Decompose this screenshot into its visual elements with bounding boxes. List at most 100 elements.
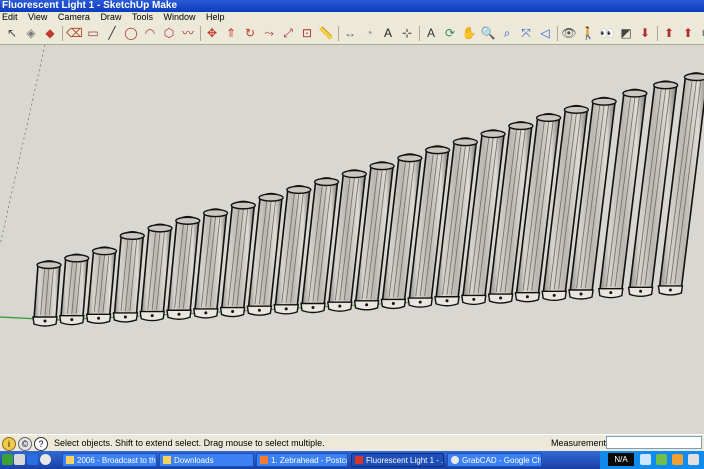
menu-draw[interactable]: Draw bbox=[100, 12, 121, 23]
chrome-icon[interactable] bbox=[40, 454, 51, 465]
lamp-connector bbox=[525, 295, 529, 299]
rectangle-icon[interactable]: ▭ bbox=[85, 25, 101, 41]
toolbar-separator bbox=[657, 26, 658, 41]
lamp-top-cap bbox=[313, 177, 340, 187]
taskbar-label: Fluorescent Light 1 - ... bbox=[366, 456, 444, 465]
paint-bucket-icon[interactable]: ◆ bbox=[42, 25, 58, 41]
get-models-icon[interactable]: ⬇ bbox=[637, 25, 653, 41]
media-player-icon bbox=[260, 456, 268, 464]
taskbar-item-downloads[interactable]: Downloads bbox=[159, 453, 254, 467]
lamp-top-cap bbox=[452, 137, 479, 147]
zoom-icon[interactable]: 🔍 bbox=[480, 25, 496, 41]
orbit-icon[interactable]: ⟳ bbox=[442, 25, 458, 41]
position-camera-icon[interactable]: 👁 bbox=[561, 25, 577, 41]
tape-measure-icon[interactable]: 📏 bbox=[318, 25, 334, 41]
push-pull-icon[interactable]: ⇑ bbox=[223, 25, 239, 41]
pan-icon[interactable]: ✋ bbox=[461, 25, 477, 41]
lamp-connector bbox=[639, 289, 643, 293]
taskbar-item-music[interactable]: 1. Zebrahead - Postcard... bbox=[256, 453, 348, 467]
fluorescent-lamp[interactable] bbox=[58, 253, 90, 326]
lamp-top-cap bbox=[508, 121, 534, 131]
menu-tools[interactable]: Tools bbox=[132, 12, 153, 23]
lamp-connector bbox=[668, 288, 672, 292]
circle-icon[interactable]: ◯ bbox=[123, 25, 139, 41]
lamp-top-cap bbox=[424, 145, 451, 155]
lamp-connector bbox=[70, 318, 74, 322]
zoom-window-icon[interactable]: ⌕ bbox=[499, 25, 515, 41]
credits-icon[interactable]: © bbox=[18, 437, 32, 451]
fluorescent-lamp[interactable] bbox=[139, 223, 173, 322]
menu-edit[interactable]: Edit bbox=[2, 12, 18, 23]
extension-warehouse-icon[interactable]: ⬢ bbox=[699, 25, 704, 41]
menu-camera[interactable]: Camera bbox=[58, 12, 90, 23]
model-viewport[interactable] bbox=[0, 45, 704, 434]
volume-icon[interactable] bbox=[672, 454, 683, 465]
lamp-top-cap bbox=[64, 254, 90, 263]
select-icon[interactable]: ↖ bbox=[4, 25, 20, 41]
fluorescent-lamp[interactable] bbox=[32, 260, 62, 327]
menu-window[interactable]: Window bbox=[164, 12, 196, 23]
help-icon[interactable]: ? bbox=[34, 437, 48, 451]
tray-language[interactable]: N/A bbox=[608, 453, 634, 466]
lamp-connector bbox=[609, 291, 613, 295]
component-icon[interactable]: ◈ bbox=[23, 25, 39, 41]
move-icon[interactable]: ✥ bbox=[204, 25, 220, 41]
taskbar-item-chrome[interactable]: GrabCAD - Google Chrome bbox=[447, 453, 542, 467]
eraser-icon[interactable]: ⌫ bbox=[66, 25, 83, 41]
line-icon[interactable]: ╱ bbox=[104, 25, 120, 41]
tray-app-icon[interactable] bbox=[656, 454, 667, 465]
lamp-connector bbox=[97, 316, 101, 320]
share-component-icon[interactable]: ⬆ bbox=[680, 25, 696, 41]
axes-icon[interactable]: ⊹ bbox=[399, 25, 415, 41]
lamp-connector bbox=[43, 319, 47, 323]
main-toolbar: ↖◈◆⌫▭╱◯◠⬡〰✥⇑↻⤳⤢⊡📏↔◔A⊹A⟳✋🔍⌕⤧◁👁🚶👀◩⬇⬆⬆⬢ bbox=[0, 23, 704, 45]
look-around-icon[interactable]: 👀 bbox=[599, 25, 615, 41]
arc-icon[interactable]: ◠ bbox=[142, 25, 158, 41]
taskbar-item-broadcast[interactable]: 2006 - Broadcast to the ... bbox=[62, 453, 157, 467]
fluorescent-lamp[interactable] bbox=[112, 230, 145, 323]
lamp-connector bbox=[123, 315, 127, 319]
desktop-icon[interactable] bbox=[14, 454, 25, 465]
scale-icon[interactable]: ⤢ bbox=[280, 25, 296, 41]
menu-help[interactable]: Help bbox=[206, 12, 225, 23]
lamp-top-cap bbox=[563, 105, 590, 114]
freehand-icon[interactable]: 〰 bbox=[180, 25, 196, 41]
chrome-icon bbox=[451, 456, 459, 464]
3d-text-icon[interactable]: A bbox=[423, 25, 439, 41]
lamp-connector bbox=[445, 299, 449, 303]
lamp-connector bbox=[579, 292, 583, 296]
lamp-connector bbox=[204, 311, 208, 315]
toolbar-separator bbox=[200, 26, 201, 41]
measurements-label: Measurements bbox=[551, 438, 611, 448]
lamp-connector bbox=[257, 308, 261, 312]
menu-view[interactable]: View bbox=[28, 12, 47, 23]
dimension-icon[interactable]: ↔ bbox=[342, 25, 358, 41]
security-icon[interactable] bbox=[688, 454, 699, 465]
polygon-icon[interactable]: ⬡ bbox=[161, 25, 177, 41]
previous-view-icon[interactable]: ◁ bbox=[537, 25, 553, 41]
walk-icon[interactable]: 🚶 bbox=[580, 25, 596, 41]
toolbar-separator bbox=[338, 26, 339, 41]
offset-icon[interactable]: ⊡ bbox=[299, 25, 315, 41]
follow-me-icon[interactable]: ⤳ bbox=[261, 25, 277, 41]
rotate-icon[interactable]: ↻ bbox=[242, 25, 258, 41]
share-model-icon[interactable]: ⬆ bbox=[661, 25, 677, 41]
measurements-input[interactable] bbox=[606, 436, 702, 449]
zoom-extents-icon[interactable]: ⤧ bbox=[518, 25, 534, 41]
protractor-icon[interactable]: ◔ bbox=[361, 25, 377, 41]
text-icon[interactable]: A bbox=[380, 25, 396, 41]
start-icon[interactable] bbox=[2, 454, 13, 465]
lamp-connector bbox=[311, 306, 315, 309]
ie-icon[interactable] bbox=[27, 454, 38, 465]
network-icon[interactable] bbox=[640, 454, 651, 465]
fluorescent-lamp[interactable] bbox=[85, 246, 118, 324]
geo-location-icon[interactable]: i bbox=[2, 437, 16, 451]
section-plane-icon[interactable]: ◩ bbox=[618, 25, 634, 41]
lamp-top-cap bbox=[230, 201, 256, 210]
taskbar-item-sketchup[interactable]: Fluorescent Light 1 - ... bbox=[351, 453, 444, 467]
taskbar-label: GrabCAD - Google Chrome bbox=[462, 456, 542, 465]
taskbar-label: 2006 - Broadcast to the ... bbox=[77, 456, 156, 465]
scene-canvas[interactable] bbox=[0, 45, 704, 434]
lamp-connector bbox=[284, 307, 288, 311]
lamp-top-cap bbox=[480, 129, 506, 139]
